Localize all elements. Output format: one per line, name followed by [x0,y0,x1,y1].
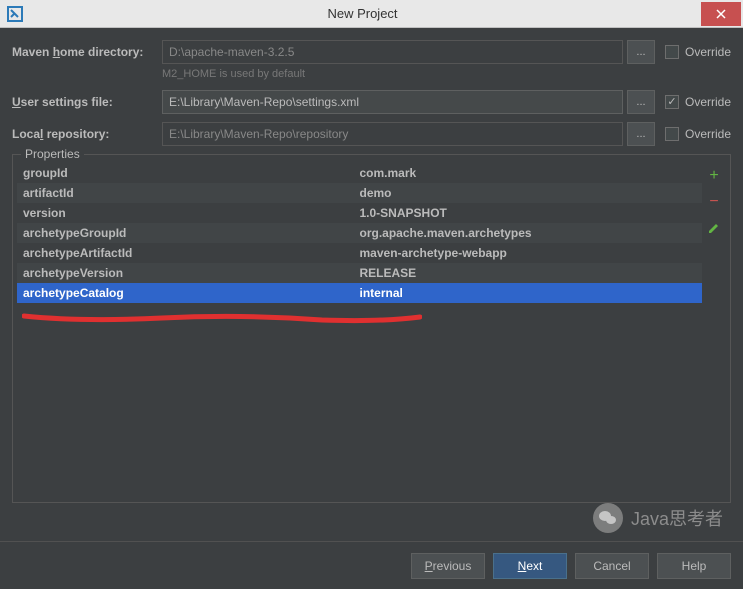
property-row[interactable]: artifactIddemo [17,183,702,203]
wechat-icon [593,503,623,533]
properties-title: Properties [21,147,84,161]
help-button[interactable]: Help [657,553,731,579]
maven-home-hint: M2_HOME is used by default [162,68,731,80]
properties-table[interactable]: groupIdcom.markartifactIddemoversion1.0-… [17,163,702,498]
property-key: version [17,203,360,223]
maven-home-row: Maven home directory: ... Override [12,40,731,64]
property-value: 1.0-SNAPSHOT [360,203,703,223]
property-key: archetypeVersion [17,263,360,283]
checkbox-icon [665,45,679,59]
checkbox-icon [665,95,679,109]
maven-home-input[interactable] [162,40,623,64]
remove-icon[interactable]: − [705,193,723,211]
property-row[interactable]: archetypeArtifactIdmaven-archetype-webap… [17,243,702,263]
property-row[interactable]: groupIdcom.mark [17,163,702,183]
property-key: artifactId [17,183,360,203]
window-title: New Project [24,6,701,21]
previous-button[interactable]: Previous [411,553,485,579]
properties-panel: Properties groupIdcom.markartifactIddemo… [12,154,731,503]
user-settings-input[interactable] [162,90,623,114]
user-settings-row: User settings file: ... Override [12,90,731,114]
cancel-button[interactable]: Cancel [575,553,649,579]
watermark: Java思考者 [593,503,723,533]
user-settings-override[interactable]: Override [665,95,731,109]
property-value: org.apache.maven.archetypes [360,223,703,243]
local-repo-label: Local repository: [12,127,162,141]
next-button[interactable]: Next [493,553,567,579]
maven-home-browse-button[interactable]: ... [627,40,655,64]
local-repo-browse-button[interactable]: ... [627,122,655,146]
property-key: archetypeArtifactId [17,243,360,263]
app-icon [6,5,24,23]
checkbox-icon [665,127,679,141]
local-repo-input[interactable] [162,122,623,146]
add-icon[interactable]: + [705,167,723,185]
property-value: maven-archetype-webapp [360,243,703,263]
property-row[interactable]: archetypeVersionRELEASE [17,263,702,283]
maven-home-label: Maven home directory: [12,45,162,59]
property-key: groupId [17,163,360,183]
property-row[interactable]: version1.0-SNAPSHOT [17,203,702,223]
property-key: archetypeCatalog [17,283,360,303]
footer: Previous Next Cancel Help [0,541,743,589]
maven-home-override[interactable]: Override [665,45,731,59]
local-repo-override[interactable]: Override [665,127,731,141]
local-repo-row: Local repository: ... Override [12,122,731,146]
property-key: archetypeGroupId [17,223,360,243]
user-settings-label: User settings file: [12,95,162,109]
close-button[interactable] [701,2,741,26]
properties-toolbar: + − [702,163,726,498]
property-row[interactable]: archetypeGroupIdorg.apache.maven.archety… [17,223,702,243]
content-area: Maven home directory: ... Override M2_HO… [0,28,743,541]
property-value: com.mark [360,163,703,183]
property-value: demo [360,183,703,203]
edit-icon[interactable] [705,219,723,237]
user-settings-browse-button[interactable]: ... [627,90,655,114]
titlebar: New Project [0,0,743,28]
properties-empty-area [17,303,702,498]
property-value: internal [360,283,703,303]
property-row[interactable]: archetypeCataloginternal [17,283,702,303]
property-value: RELEASE [360,263,703,283]
